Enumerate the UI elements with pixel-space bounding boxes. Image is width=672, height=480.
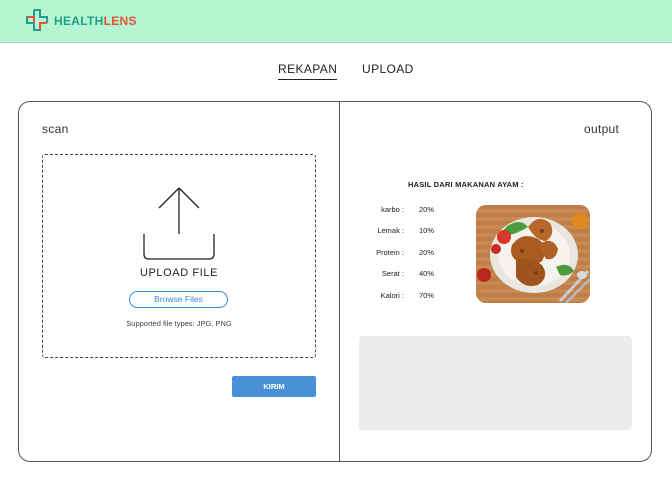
scan-section-label: scan (42, 122, 69, 136)
healthlens-logo[interactable]: HEALTHLENS (26, 9, 137, 33)
nutrient-row-karbo: karbo : 20% (340, 205, 460, 217)
output-section-label: output (584, 122, 620, 136)
upload-file-title: UPLOAD FILE (139, 267, 219, 279)
nutrient-value: 40% (419, 269, 435, 278)
nutrient-label: karbo : (381, 205, 404, 214)
nutrient-value: 20% (419, 248, 435, 257)
output-detail-area (359, 336, 632, 430)
result-title: HASIL DARI MAKANAN AYAM : (408, 180, 524, 189)
kirim-button[interactable]: KIRIM (232, 376, 316, 397)
tab-rekapan[interactable]: REKAPAN (278, 62, 338, 80)
nutrient-row-lemak: Lemak : 10% (340, 226, 460, 238)
nutrient-label: Lemak : (377, 226, 404, 235)
nutrient-row-protein: Protein : 20% (340, 248, 460, 260)
nutrient-label: Kalori : (380, 291, 404, 300)
panel-divider (339, 101, 340, 462)
nutrient-value: 70% (419, 291, 435, 300)
nutrient-value: 10% (419, 226, 435, 235)
nutrient-label: Protein : (376, 248, 404, 257)
logo-text-health: HEALTH (54, 14, 104, 28)
app-header: HEALTHLENS (0, 0, 672, 43)
nutrient-value: 20% (419, 205, 435, 214)
tab-bar: REKAPAN UPLOAD (0, 62, 672, 84)
nutrient-label: Serat : (381, 269, 404, 278)
nutrient-row-serat: Serat : 40% (340, 269, 460, 281)
browse-files-button[interactable]: Browse Files (129, 291, 228, 308)
logo-text-lens: LENS (103, 14, 137, 28)
logo-wordmark: HEALTHLENS (54, 14, 137, 28)
medical-cross-icon (26, 9, 50, 33)
fried-chicken-photo (476, 205, 590, 303)
supported-file-types: Supported file types: JPG, PNG (126, 319, 232, 328)
tab-upload[interactable]: UPLOAD (362, 62, 414, 76)
upload-icon (142, 186, 216, 266)
nutrient-row-kalori: Kalori : 70% (340, 291, 460, 303)
